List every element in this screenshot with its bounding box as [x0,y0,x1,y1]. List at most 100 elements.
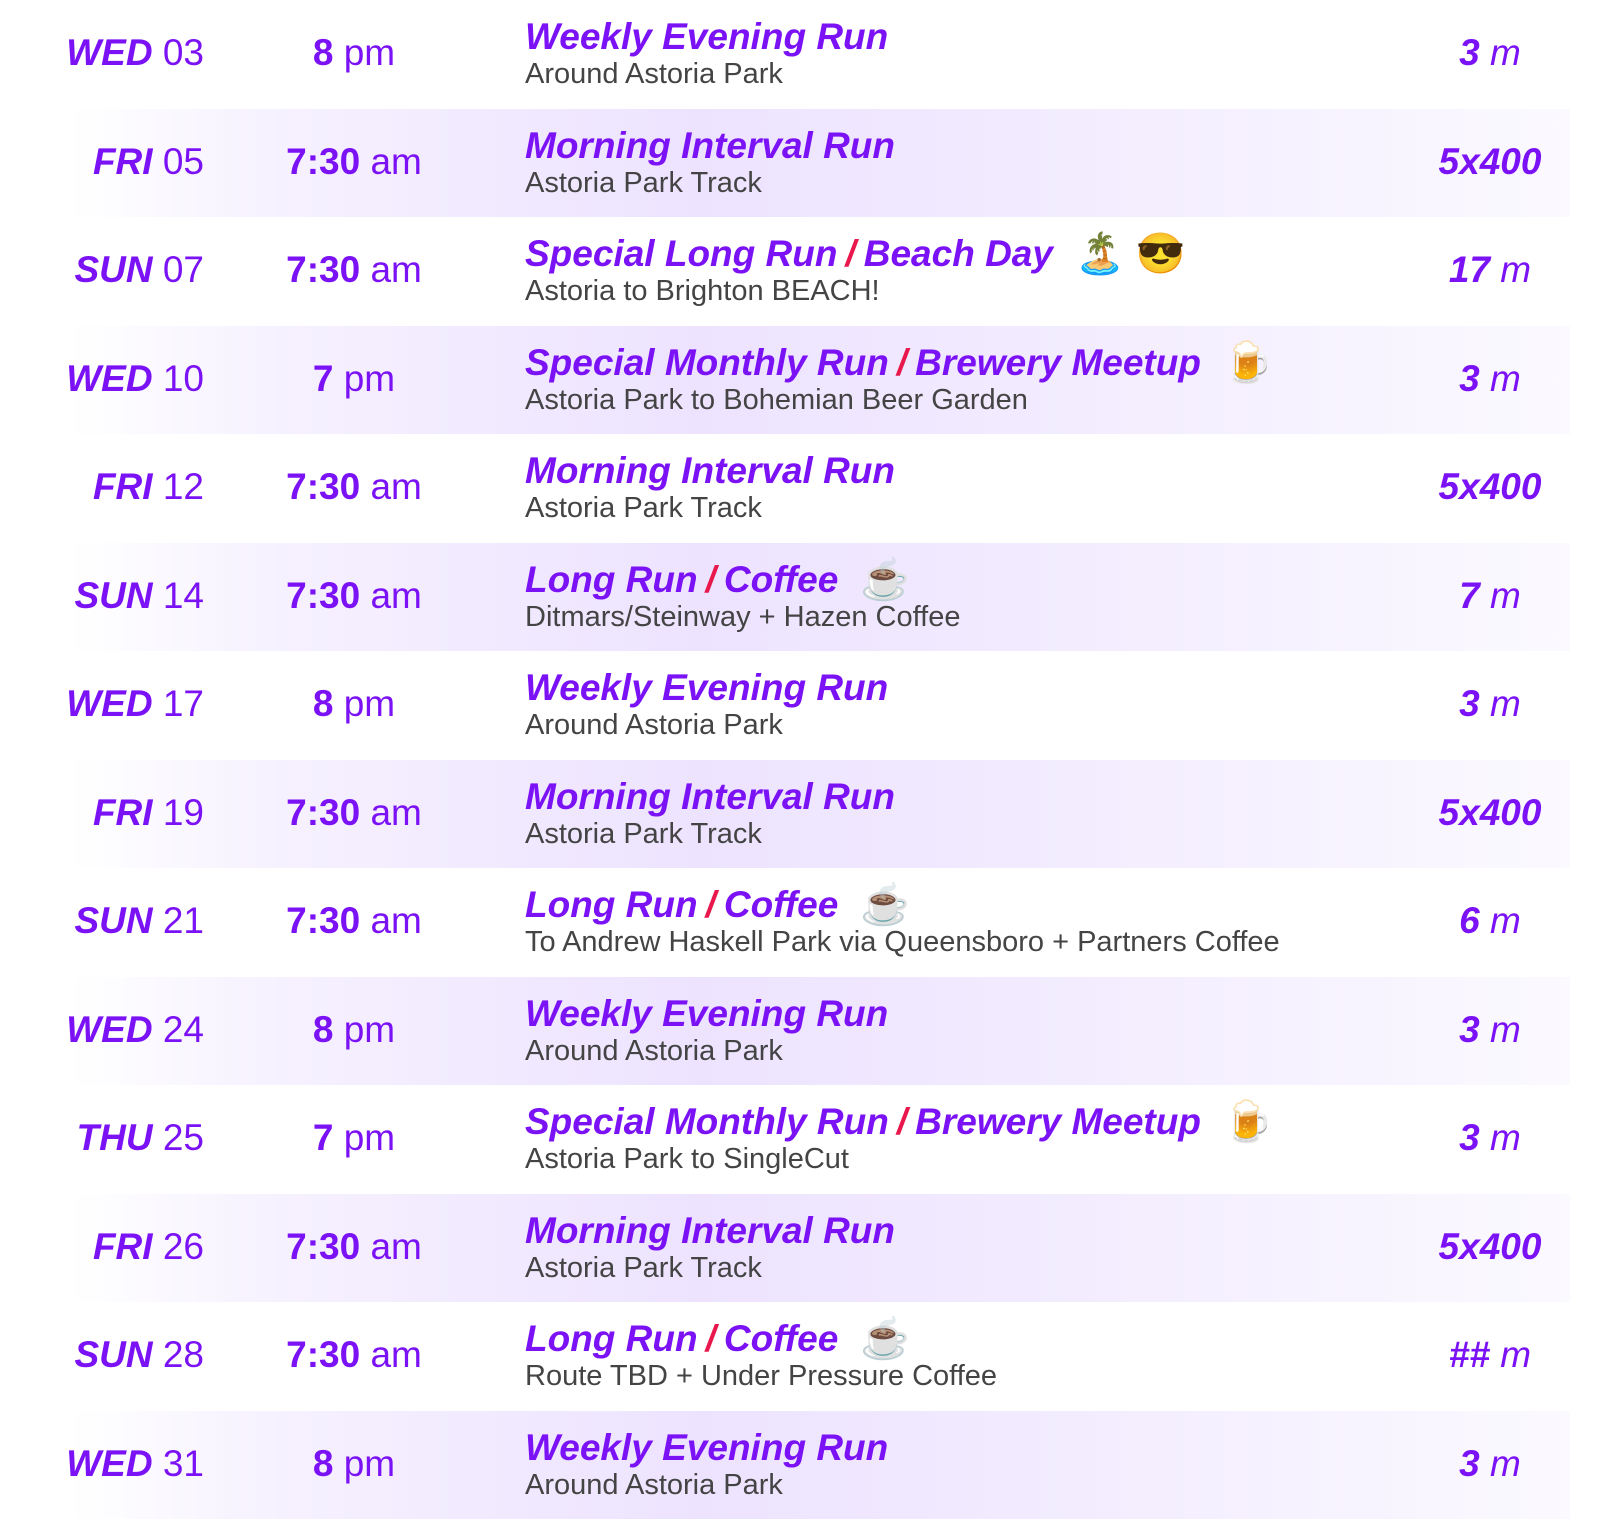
day-of-week: SUN [74,1334,153,1375]
event-title[interactable]: Morning Interval Run [525,451,895,491]
event-emoji-icon: 🏝️ 😎 [1074,232,1186,276]
schedule-row[interactable]: SUN 28 7:30 am Long Run / Coffee ☕ Route TB… [0,1302,1600,1411]
event-distance: 5x400 [1400,141,1580,183]
event-time: 7 pm [236,358,472,400]
event-date: SUN 07 [74,249,204,291]
day-number: 10 [162,357,204,399]
day-number: 24 [162,1008,204,1050]
event-date: WED 31 [66,1443,204,1485]
event-info: Morning Interval Run Astoria Park Track [525,451,895,525]
event-title[interactable]: Long Run / Coffee ☕ [525,883,1280,927]
event-emoji-icon: ☕ [860,1317,911,1361]
schedule-row[interactable]: FRI 19 7:30 am Morning Interval Run Asto… [0,759,1600,869]
event-time: 7:30 am [236,1226,472,1268]
time-value: 7:30 [286,791,361,833]
event-date: THU 25 [77,1117,204,1159]
schedule-row[interactable]: FRI 05 7:30 am Morning Interval Run Asto… [0,108,1600,218]
schedule-row[interactable]: FRI 26 7:30 am Morning Interval Run Asto… [0,1193,1600,1303]
title-separator: / [705,558,716,600]
event-title-main: Weekly Evening Run [525,992,889,1034]
event-title[interactable]: Morning Interval Run [525,125,895,166]
event-title-secondary: Brewery Meetup [915,1101,1201,1142]
time-value: 7:30 [286,1225,361,1267]
distance-unit: m [1490,32,1521,73]
title-separator: / [845,233,856,274]
event-title[interactable]: Weekly Evening Run [525,668,888,708]
event-location: Astoria to Brighton BEACH! [525,275,880,307]
schedule-row[interactable]: WED 17 8 pm Weekly Evening Run Around As… [0,651,1600,760]
event-info: Weekly Evening Run Around Astoria Park [525,17,888,91]
event-title[interactable]: Weekly Evening Run [525,1427,888,1468]
event-time: 7:30 am [236,1334,472,1376]
event-title-main: Long Run [525,884,698,925]
event-title[interactable]: Morning Interval Run [525,1210,895,1251]
event-title[interactable]: Weekly Evening Run [525,17,888,57]
schedule-row[interactable]: SUN 14 7:30 am Long Run / Coffee ☕ Ditmars/… [0,542,1600,652]
time-ampm: am [370,1225,422,1267]
time-ampm: am [370,1334,422,1375]
day-number: 03 [162,32,204,73]
distance-value: 7 [1459,574,1480,616]
event-date: WED 24 [66,1009,204,1051]
event-date: SUN 28 [74,1334,204,1376]
schedule-row[interactable]: WED 31 8 pm Weekly Evening Run Around As… [0,1410,1600,1520]
time-value: 7:30 [286,466,361,507]
time-value: 7:30 [286,249,361,290]
event-title-secondary: Beach Day [863,233,1053,274]
event-location: Around Astoria Park [525,709,783,741]
schedule-row[interactable]: WED 24 8 pm Weekly Evening Run Around As… [0,976,1600,1086]
event-title[interactable]: Special Monthly Run / Brewery Meetup 🍺 [525,341,1273,383]
day-number: 17 [162,683,204,724]
event-info: Special Long Run / Beach Day 🏝️ 😎 Astoria t… [525,234,1186,308]
event-title[interactable]: Special Long Run / Beach Day 🏝️ 😎 [525,232,1186,276]
event-title-main: Morning Interval Run [525,775,895,817]
event-date: FRI 05 [93,141,204,183]
time-value: 8 [312,1008,334,1050]
schedule-row[interactable]: SUN 07 7:30 am Special Long Run / Beach Da… [0,217,1600,326]
event-title[interactable]: Special Monthly Run / Brewery Meetup 🍺 [525,1101,1273,1143]
distance-unit: m [1490,1442,1521,1484]
event-location: Astoria Park to SingleCut [525,1143,849,1175]
event-location: Astoria Park Track [525,1251,762,1284]
time-ampm: pm [343,683,396,724]
event-location: Ditmars/Steinway + Hazen Coffee [525,600,961,633]
event-title-main: Special Long Run [525,233,838,274]
event-info: Special Monthly Run / Brewery Meetup 🍺 Asto… [525,1102,1273,1176]
event-date: SUN 21 [74,900,204,942]
event-time: 7:30 am [236,900,472,942]
title-separator: / [705,1318,716,1359]
event-distance: 3 m [1400,1443,1580,1485]
event-title[interactable]: Long Run / Coffee ☕ [525,1317,997,1361]
time-ampm: am [370,466,422,507]
event-emoji-icon: ☕ [860,883,911,927]
time-ampm: pm [343,1442,396,1484]
schedule-row[interactable]: FRI 12 7:30 am Morning Interval Run Asto… [0,434,1600,543]
event-distance: 7 m [1400,575,1580,617]
event-location: To Andrew Haskell Park via Queensboro + … [525,926,1280,958]
event-date: FRI 12 [93,466,204,508]
event-info: Weekly Evening Run Around Astoria Park [525,668,888,742]
distance-unit: m [1490,357,1521,399]
time-value: 7:30 [286,900,361,941]
time-value: 7 [312,357,334,399]
distance-unit: m [1490,1008,1521,1050]
event-title[interactable]: Weekly Evening Run [525,992,889,1034]
event-emoji-icon: ☕ [860,557,911,602]
time-value: 7:30 [286,574,361,616]
event-title[interactable]: Morning Interval Run [525,775,895,817]
schedule-row[interactable]: THU 25 7 pm Special Monthly Run / Brewery … [0,1085,1600,1194]
day-of-week: FRI [92,140,153,182]
event-time: 8 pm [236,1443,472,1485]
event-distance: 3 m [1400,358,1580,400]
event-title[interactable]: Long Run / Coffee ☕ [525,557,960,602]
event-info: Morning Interval Run Astoria Park Track [525,775,895,851]
schedule-row[interactable]: WED 03 8 pm Weekly Evening Run Around As… [0,0,1600,109]
day-of-week: THU [76,1117,153,1158]
schedule-row[interactable]: WED 10 7 pm Special Monthly Run / Brewery … [0,325,1600,435]
title-separator: / [896,341,908,383]
day-number: 21 [162,900,204,941]
event-title-secondary: Coffee [723,1318,839,1359]
run-schedule: WED 03 8 pm Weekly Evening Run Around As… [0,0,1600,1519]
event-info: Weekly Evening Run Around Astoria Park [525,1427,888,1502]
schedule-row[interactable]: SUN 21 7:30 am Long Run / Coffee ☕ To Andre… [0,868,1600,977]
